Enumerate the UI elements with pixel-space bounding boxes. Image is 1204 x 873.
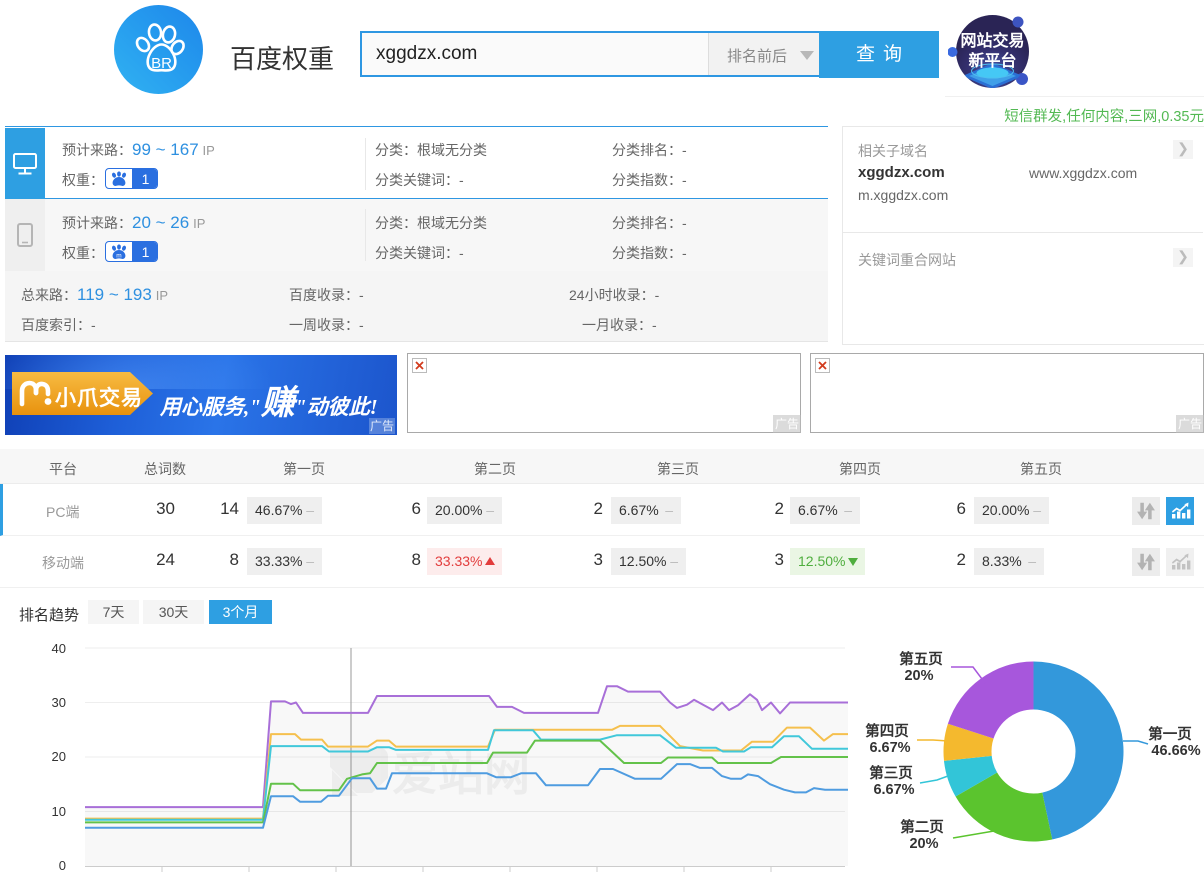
svg-text:46.66%: 46.66% — [1151, 743, 1200, 759]
svg-text:20: 20 — [52, 749, 66, 764]
svg-text:40: 40 — [52, 641, 66, 656]
svg-text:m: m — [116, 252, 121, 259]
svg-text:0: 0 — [59, 858, 66, 873]
svg-text:第四页: 第四页 — [865, 722, 909, 740]
svg-text:30: 30 — [52, 695, 66, 710]
svg-text:第二页: 第二页 — [900, 818, 944, 836]
svg-text:第一页: 第一页 — [1148, 725, 1192, 743]
svg-text:BR: BR — [151, 55, 172, 72]
svg-text:6.67%: 6.67% — [869, 740, 910, 756]
svg-text:10: 10 — [52, 804, 66, 819]
svg-text:6.67%: 6.67% — [873, 782, 914, 798]
svg-text:第五页: 第五页 — [899, 650, 943, 668]
svg-text:20%: 20% — [904, 668, 933, 684]
svg-text:20%: 20% — [909, 836, 938, 852]
svg-text:第三页: 第三页 — [869, 764, 913, 782]
